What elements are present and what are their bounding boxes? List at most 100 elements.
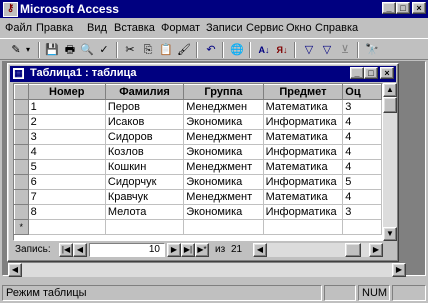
cell-subject[interactable]: Информатика (263, 174, 344, 190)
workspace-scroll-left-icon[interactable]: ◀ (8, 263, 22, 277)
table-row[interactable]: 1 Перов Менеджмен Математика 3 (14, 99, 382, 115)
table-window-title-bar[interactable]: ▦ Таблица1 : таблица _ □ × (10, 66, 396, 82)
cell-grade[interactable]: 4 (342, 129, 382, 145)
cell-number[interactable]: 5 (28, 159, 106, 175)
scroll-up-icon[interactable]: ▲ (383, 83, 397, 97)
horizontal-scroll-thumb[interactable] (345, 243, 361, 257)
cell-subject[interactable]: Информатика (263, 144, 344, 160)
cell-subject[interactable]: Математика (263, 99, 344, 115)
table-row[interactable]: 7 Кравчук Менеджмент Математика 4 (14, 189, 382, 205)
cell-grade[interactable]: 4 (342, 114, 382, 130)
scroll-left-icon[interactable]: ◀ (253, 243, 267, 257)
cell-number[interactable]: 8 (28, 204, 106, 220)
column-header-grade[interactable]: Оц (342, 84, 382, 100)
maximize-button[interactable]: □ (396, 2, 410, 14)
cell-grade[interactable]: 4 (342, 189, 382, 205)
save-icon[interactable]: 💾 (44, 42, 60, 58)
menu-format[interactable]: Формат (161, 22, 200, 34)
sort-descending-icon[interactable]: Я↓ (274, 42, 290, 58)
minimize-button[interactable]: _ (382, 2, 396, 14)
cell-surname[interactable]: Козлов (105, 144, 185, 160)
spelling-icon[interactable]: ✓ (96, 42, 112, 58)
filter-by-form-icon[interactable]: ▽ (319, 42, 335, 58)
close-button[interactable]: × (412, 2, 426, 14)
cell-surname[interactable]: Мелота (105, 204, 185, 220)
print-preview-icon[interactable]: 🔍 (79, 42, 95, 58)
last-record-icon[interactable]: ▶| (181, 243, 195, 257)
table-row[interactable]: 2 Исаков Экономика Информатика 4 (14, 114, 382, 130)
cell-number[interactable]: 6 (28, 174, 106, 190)
column-header-group[interactable]: Группа (183, 84, 264, 100)
table-row[interactable]: 8 Мелота Экономика Информатика 3 (14, 204, 382, 220)
cell-number[interactable]: 1 (28, 99, 106, 115)
cell-subject[interactable]: Математика (263, 159, 344, 175)
cell-surname[interactable]: Исаков (105, 114, 185, 130)
app-title-bar[interactable]: ⚷ Microsoft Access _ □ × (0, 0, 428, 18)
cell-surname[interactable]: Сидорчук (105, 174, 185, 190)
vertical-scrollbar[interactable]: ▲ ▼ (383, 83, 397, 241)
row-selector[interactable] (14, 144, 29, 160)
cell-number[interactable]: 3 (28, 129, 106, 145)
cell-group[interactable]: Менеджмент (183, 189, 264, 205)
cell-number[interactable] (28, 219, 106, 235)
menu-records[interactable]: Записи (206, 22, 243, 34)
cell-grade[interactable]: 4 (342, 159, 382, 175)
table-minimize-button[interactable]: _ (350, 67, 364, 79)
cell-number[interactable]: 2 (28, 114, 106, 130)
cell-group[interactable]: Менеджмент (183, 159, 264, 175)
cell-grade[interactable]: 3 (342, 99, 382, 115)
row-selector[interactable] (14, 174, 29, 190)
previous-record-icon[interactable]: ◀ (73, 243, 87, 257)
cut-icon[interactable]: ✂ (122, 42, 138, 58)
cell-subject[interactable]: Информатика (263, 114, 344, 130)
select-all-cell[interactable] (14, 84, 29, 100)
workspace-horizontal-scrollbar[interactable]: ◀ ▶ (8, 263, 406, 277)
table-row[interactable]: 3 Сидоров Менеджмент Математика 4 (14, 129, 382, 145)
cell-group[interactable]: Менеджмен (183, 99, 264, 115)
scroll-down-icon[interactable]: ▼ (383, 227, 397, 241)
row-selector[interactable] (14, 129, 29, 145)
next-record-icon[interactable]: ▶ (167, 243, 181, 257)
cell-grade[interactable] (342, 219, 382, 235)
horizontal-scrollbar[interactable]: ◀ ▶ (253, 243, 383, 257)
table-row[interactable]: 6 Сидорчук Экономика Информатика 5 (14, 174, 382, 190)
cell-group[interactable]: Экономика (183, 144, 264, 160)
table-row[interactable]: 4 Козлов Экономика Информатика 4 (14, 144, 382, 160)
sort-ascending-icon[interactable]: A↓ (256, 42, 272, 58)
cell-surname[interactable] (105, 219, 185, 235)
cell-surname[interactable]: Перов (105, 99, 185, 115)
cell-group[interactable]: Менеджмент (183, 129, 264, 145)
column-header-number[interactable]: Номер (27, 84, 106, 100)
cell-number[interactable]: 4 (28, 144, 106, 160)
cell-group[interactable]: Экономика (183, 204, 264, 220)
datasheet-grid[interactable]: Номер Фамилия Группа Предмет Оц 1 Перов Ме… (13, 83, 383, 241)
print-icon[interactable]: 🖶 (62, 42, 78, 58)
table-maximize-button[interactable]: □ (364, 67, 378, 79)
cell-subject[interactable]: Информатика (263, 204, 344, 220)
new-record-marker[interactable]: * (14, 219, 29, 235)
row-selector[interactable] (14, 114, 29, 130)
new-record-row[interactable]: * (14, 219, 382, 235)
cell-subject[interactable] (263, 219, 344, 235)
filter-by-selection-icon[interactable]: ▽ (301, 42, 317, 58)
cell-surname[interactable]: Сидоров (105, 129, 185, 145)
column-header-subject[interactable]: Предмет (262, 84, 344, 100)
cell-subject[interactable]: Математика (263, 129, 344, 145)
vertical-scroll-thumb[interactable] (383, 97, 397, 113)
table-row[interactable]: 5 Кошкин Менеджмент Математика 4 (14, 159, 382, 175)
row-selector[interactable] (14, 159, 29, 175)
cell-grade[interactable]: 5 (342, 174, 382, 190)
apply-filter-icon[interactable]: ⊻ (337, 42, 353, 58)
menu-help[interactable]: Справка (315, 22, 358, 34)
table-close-button[interactable]: × (380, 67, 394, 79)
menu-file[interactable]: Файл (5, 22, 32, 34)
menu-tools[interactable]: Сервис (246, 22, 284, 34)
scroll-right-icon[interactable]: ▶ (369, 243, 383, 257)
first-record-icon[interactable]: |◀ (59, 243, 73, 257)
cell-group[interactable]: Экономика (183, 174, 264, 190)
row-selector[interactable] (14, 204, 29, 220)
cell-group[interactable] (183, 219, 264, 235)
column-header-surname[interactable]: Фамилия (104, 84, 185, 100)
current-record-input[interactable]: 10 (89, 243, 165, 257)
row-selector[interactable] (14, 99, 29, 115)
